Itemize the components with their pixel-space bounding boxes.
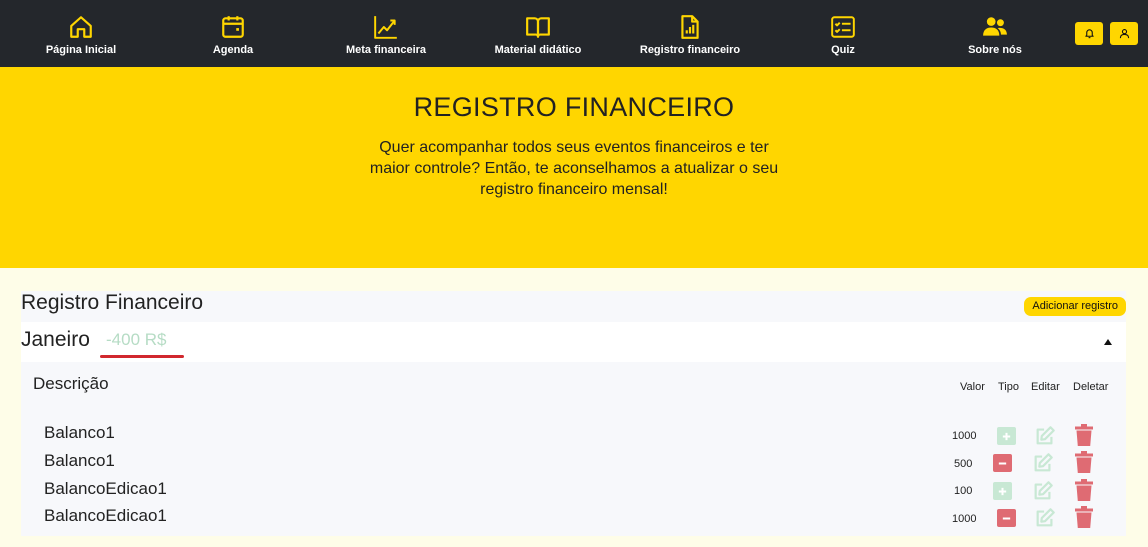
caret-up-icon: [1104, 339, 1112, 345]
nav-item-material-didatico[interactable]: Material didático: [458, 0, 618, 67]
edit-icon: [1034, 507, 1056, 529]
trash-icon: [1075, 506, 1093, 528]
hero-banner: REGISTRO FINANCEIRO Quer acompanhar todo…: [0, 67, 1148, 268]
nav-item-agenda[interactable]: Agenda: [153, 0, 313, 67]
trash-icon: [1075, 451, 1093, 473]
nav-label: Agenda: [212, 44, 254, 56]
nav-label: Página Inicial: [45, 44, 117, 56]
type-income-button[interactable]: [997, 427, 1016, 445]
record-description: BalancoEdicao1: [44, 506, 167, 525]
report-chart-icon: [677, 14, 703, 40]
nav-label: Quiz: [831, 44, 855, 56]
trend-chart-icon: [373, 14, 399, 40]
people-icon: [982, 14, 1008, 40]
plus-icon: [997, 486, 1008, 497]
column-header-editar: Editar: [1031, 381, 1060, 393]
record-description: Balanco1: [44, 451, 115, 470]
book-icon: [525, 14, 551, 40]
add-record-button[interactable]: Adicionar registro: [1024, 297, 1126, 316]
record-value: 1000: [952, 513, 977, 525]
user-icon: [1119, 28, 1130, 39]
delete-button[interactable]: [1075, 424, 1093, 446]
registro-panel: Registro Financeiro Adicionar registro J…: [21, 291, 1126, 536]
column-header-valor: Valor: [960, 381, 985, 393]
nav-label: Material didático: [494, 44, 582, 56]
top-navigation: Página Inicial Agenda Meta financeira Ma…: [0, 0, 1148, 67]
type-expense-button[interactable]: [997, 509, 1016, 527]
total-underline: [100, 355, 184, 358]
month-accordion-header[interactable]: Janeiro -400 R$: [21, 322, 1126, 362]
edit-icon: [1032, 480, 1054, 502]
record-value: 1000: [952, 430, 977, 442]
nav-item-registro-financeiro[interactable]: Registro financeiro: [610, 0, 770, 67]
nav-item-quiz[interactable]: Quiz: [763, 0, 923, 67]
record-description: Balanco1: [44, 423, 115, 442]
delete-button[interactable]: [1075, 451, 1093, 473]
type-income-button[interactable]: [993, 482, 1012, 500]
nav-item-sobre-nos[interactable]: Sobre nós: [915, 0, 1075, 67]
nav-label: Registro financeiro: [639, 44, 741, 56]
month-name: Janeiro: [21, 328, 90, 351]
record-description: BalancoEdicao1: [44, 479, 167, 498]
column-header-tipo: Tipo: [998, 381, 1019, 393]
calendar-icon: [220, 14, 246, 40]
nav-item-pagina-inicial[interactable]: Página Inicial: [1, 0, 161, 67]
column-header-deletar: Deletar: [1073, 381, 1109, 393]
delete-button[interactable]: [1075, 506, 1093, 528]
type-expense-button[interactable]: [993, 454, 1012, 472]
minus-icon: [997, 458, 1008, 469]
edit-icon: [1032, 452, 1054, 474]
trash-icon: [1075, 424, 1093, 446]
record-value: 500: [954, 458, 973, 470]
record-value: 100: [954, 485, 973, 497]
nav-item-meta-financeira[interactable]: Meta financeira: [306, 0, 466, 67]
bell-icon: [1084, 28, 1095, 39]
plus-icon: [1001, 431, 1012, 442]
notifications-button[interactable]: [1075, 22, 1103, 45]
home-icon: [68, 14, 94, 40]
section-title: Registro Financeiro: [21, 291, 204, 314]
edit-icon: [1034, 425, 1056, 447]
page-title: REGISTRO FINANCEIRO: [413, 92, 735, 122]
edit-button[interactable]: [1034, 507, 1056, 529]
nav-label: Meta financeira: [345, 44, 427, 56]
trash-icon: [1075, 479, 1093, 501]
column-header-descricao: Descrição: [33, 374, 109, 393]
nav-label: Sobre nós: [968, 44, 1022, 56]
edit-button[interactable]: [1032, 452, 1054, 474]
hero-description: Quer acompanhar todos seus eventos finan…: [369, 139, 779, 198]
profile-button[interactable]: [1110, 22, 1138, 45]
delete-button[interactable]: [1075, 479, 1093, 501]
month-total: -400 R$: [106, 330, 167, 349]
checklist-icon: [830, 14, 856, 40]
edit-button[interactable]: [1034, 425, 1056, 447]
edit-button[interactable]: [1032, 480, 1054, 502]
minus-icon: [1001, 513, 1012, 524]
